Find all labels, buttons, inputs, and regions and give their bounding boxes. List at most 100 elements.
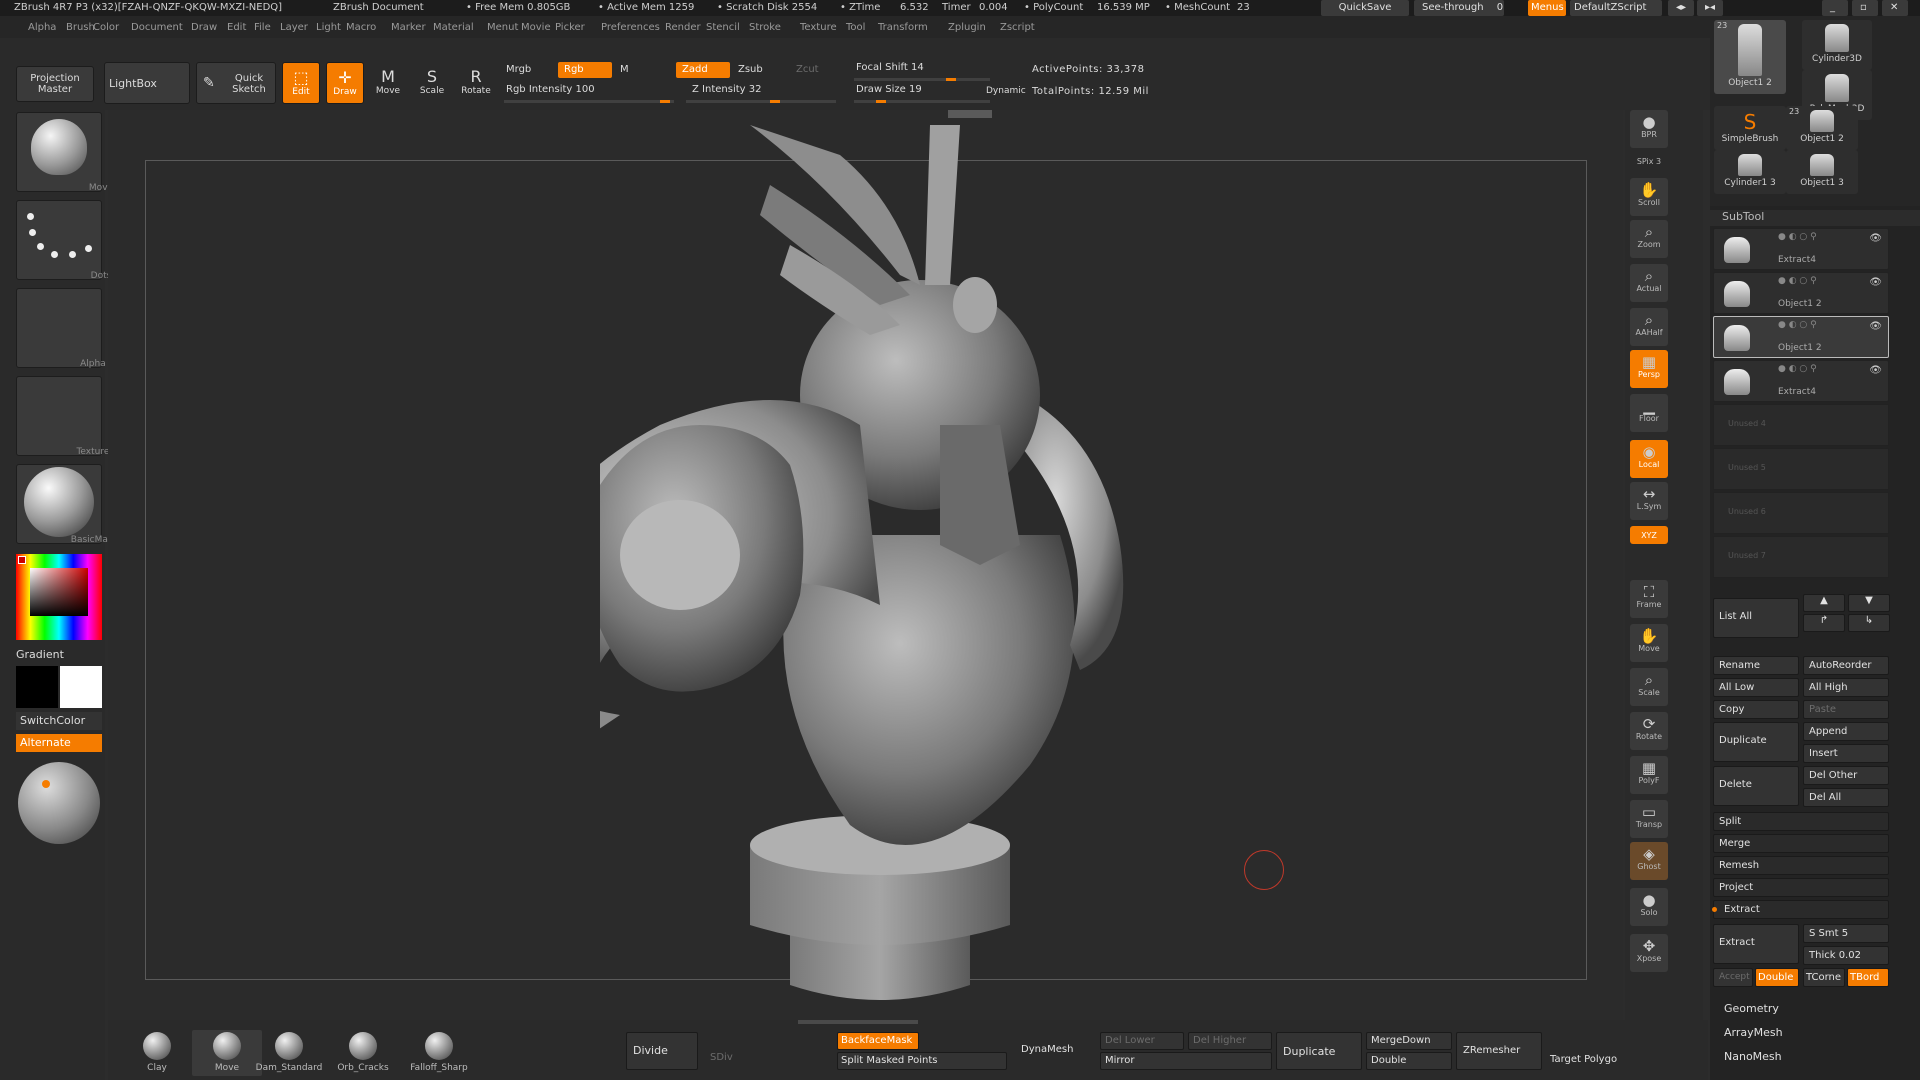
double-button[interactable]: Double <box>1366 1052 1452 1070</box>
del-lower-button[interactable]: Del Lower <box>1100 1032 1184 1050</box>
floor-button[interactable]: ▁ Floor <box>1630 394 1668 432</box>
backfacemask-toggle[interactable]: BackfaceMask <box>837 1032 919 1050</box>
tool-thumb-object1-2[interactable]: Object1 2 23 <box>1714 20 1786 94</box>
subtool-item[interactable]: 👁 ● ◐ ○ ⚲ Object1 2 <box>1713 272 1889 314</box>
aahalf-button[interactable]: ⌕ AAHalf <box>1630 308 1668 346</box>
subtool-item[interactable]: 👁 ● ◐ ○ ⚲ Object1 2 <box>1713 316 1889 358</box>
menu-layer[interactable]: Layer <box>280 22 308 33</box>
menu-texture[interactable]: Texture <box>800 22 837 33</box>
default-zscript-button[interactable]: DefaultZScript <box>1570 0 1662 16</box>
tool-thumb-object1-3[interactable]: Object1 3 <box>1786 150 1858 194</box>
rename-button[interactable]: Rename <box>1713 656 1799 675</box>
paste-button[interactable]: Paste <box>1803 700 1889 719</box>
tbord-toggle[interactable]: TBord <box>1847 968 1889 987</box>
bottom-shelf-handle[interactable] <box>798 1020 918 1024</box>
extract-button[interactable]: Extract <box>1713 924 1799 964</box>
move-down-icon[interactable]: ▼ <box>1848 594 1890 612</box>
move-button[interactable]: M Move <box>370 62 406 104</box>
target-polygons-slider[interactable]: Target Polygo <box>1546 1052 1638 1070</box>
menu-light[interactable]: Light <box>316 22 341 33</box>
polyf-button[interactable]: ▦ PolyF <box>1630 756 1668 794</box>
divide-button[interactable]: Divide <box>626 1032 698 1070</box>
l-sym-button[interactable]: ↔ L.Sym <box>1630 482 1668 520</box>
sculpt-model[interactable] <box>600 125 1220 1015</box>
layout-left-icon[interactable]: ◂▸ <box>1668 0 1694 16</box>
draw-size-thumb[interactable] <box>876 100 886 103</box>
layout-right-icon[interactable]: ▸◂ <box>1697 0 1723 16</box>
double-toggle[interactable]: Double <box>1755 968 1799 987</box>
solo-button[interactable]: ● Solo <box>1630 888 1668 926</box>
subtool-toggle-icons[interactable]: ● ◐ ○ ⚲ <box>1778 276 1817 286</box>
brush-falloff-sharp[interactable]: Falloff_Sharp <box>404 1030 474 1076</box>
focal-shift-thumb[interactable] <box>946 78 956 81</box>
menu-alpha[interactable]: Alpha <box>28 22 56 33</box>
menu-render[interactable]: Render <box>665 22 701 33</box>
del-all-button[interactable]: Del All <box>1803 788 1889 807</box>
navigation-sphere[interactable] <box>18 762 100 844</box>
dynamesh-button[interactable]: DynaMesh <box>1015 1032 1105 1070</box>
draw-size-slider[interactable]: Draw Size 19 <box>850 82 960 98</box>
brush-move[interactable]: Move <box>192 1030 262 1076</box>
zcut-button[interactable]: Zcut <box>790 62 830 78</box>
menu-zscript[interactable]: Zscript <box>1000 22 1035 33</box>
menu-picker[interactable]: Picker <box>555 22 585 33</box>
subtool-item[interactable]: 👁 ● ◐ ○ ⚲ Extract4 <box>1713 360 1889 402</box>
subtool-toggle-icons[interactable]: ● ◐ ○ ⚲ <box>1778 320 1817 330</box>
merge-section[interactable]: Merge <box>1713 834 1889 853</box>
accept-button[interactable]: Accept <box>1713 968 1753 987</box>
arraymesh-section[interactable]: ArrayMesh <box>1724 1026 1783 1039</box>
texture-selector[interactable]: Texture Off <box>16 376 126 457</box>
menus-button[interactable]: Menus <box>1528 0 1566 16</box>
geometry-section[interactable]: Geometry <box>1724 1002 1779 1015</box>
draw-size-track[interactable] <box>854 100 990 103</box>
z-intensity-thumb[interactable] <box>770 100 780 103</box>
zsub-button[interactable]: Zsub <box>732 62 786 78</box>
z-intensity-slider[interactable]: Z Intensity 32 <box>686 82 846 98</box>
brush-clay[interactable]: Clay <box>122 1030 192 1076</box>
alternate-button[interactable]: Alternate <box>16 734 102 752</box>
thick-slider[interactable]: Thick 0.02 <box>1803 946 1889 965</box>
tool-thumb-cylinder1-3[interactable]: Cylinder1 3 <box>1714 150 1786 194</box>
autoreorder-button[interactable]: AutoReorder <box>1803 656 1889 675</box>
list-all-button[interactable]: List All <box>1713 598 1799 638</box>
draw-button[interactable]: ✛ Draw <box>326 62 364 104</box>
actual-button[interactable]: ⌕ Actual <box>1630 264 1668 302</box>
z-intensity-track[interactable] <box>686 100 836 103</box>
xyz-button[interactable]: XYZ <box>1630 526 1668 544</box>
subtool-title[interactable]: SubTool <box>1710 210 1920 226</box>
duplicate-button[interactable]: Duplicate <box>1276 1032 1362 1070</box>
brush-selector[interactable]: Move <box>16 112 113 193</box>
move-up-icon[interactable]: ▲ <box>1803 594 1845 612</box>
color-picker[interactable] <box>16 554 102 640</box>
see-through-slider[interactable]: See-through 0 <box>1414 0 1504 16</box>
menu-draw[interactable]: Draw <box>191 22 217 33</box>
switchcolor-button[interactable]: SwitchColor <box>16 712 102 730</box>
stroke-selector[interactable]: Dots <box>16 200 111 281</box>
all-high-button[interactable]: All High <box>1803 678 1889 697</box>
gradient-label[interactable]: Gradient <box>16 648 64 661</box>
menu-brush[interactable]: Brush <box>66 22 95 33</box>
zoom-button[interactable]: ⌕ Zoom <box>1630 220 1668 258</box>
canvas-scroll-handle[interactable] <box>948 110 992 118</box>
persp-button[interactable]: ▦ Persp <box>1630 350 1668 388</box>
nanomesh-section[interactable]: NanoMesh <box>1724 1050 1782 1063</box>
menu-zplugin[interactable]: Zplugin <box>948 22 986 33</box>
rgb-intensity-track[interactable] <box>504 100 674 103</box>
minimize-icon[interactable]: _ <box>1822 0 1848 16</box>
color-picker-square[interactable] <box>30 568 88 616</box>
xpose-button[interactable]: ✥ Xpose <box>1630 934 1668 972</box>
bpr-button[interactable]: ● BPR <box>1630 110 1668 148</box>
split-masked-points-button[interactable]: Split Masked Points <box>837 1052 1007 1070</box>
lightbox-button[interactable]: LightBox <box>104 62 190 104</box>
menu-menut[interactable]: Menut <box>487 22 518 33</box>
menu-color[interactable]: Color <box>93 22 119 33</box>
sdiv-slider[interactable]: SDiv <box>704 1048 774 1066</box>
edit-button[interactable]: ⬚ Edit <box>282 62 320 104</box>
menu-file[interactable]: File <box>254 22 271 33</box>
menu-marker[interactable]: Marker <box>391 22 426 33</box>
quicksave-button[interactable]: QuickSave <box>1321 0 1409 16</box>
menu-stroke[interactable]: Stroke <box>749 22 781 33</box>
focal-shift-track[interactable] <box>854 78 990 81</box>
move-up-arrow-icon[interactable]: ↱ <box>1803 614 1845 632</box>
delete-button[interactable]: Delete <box>1713 766 1799 806</box>
